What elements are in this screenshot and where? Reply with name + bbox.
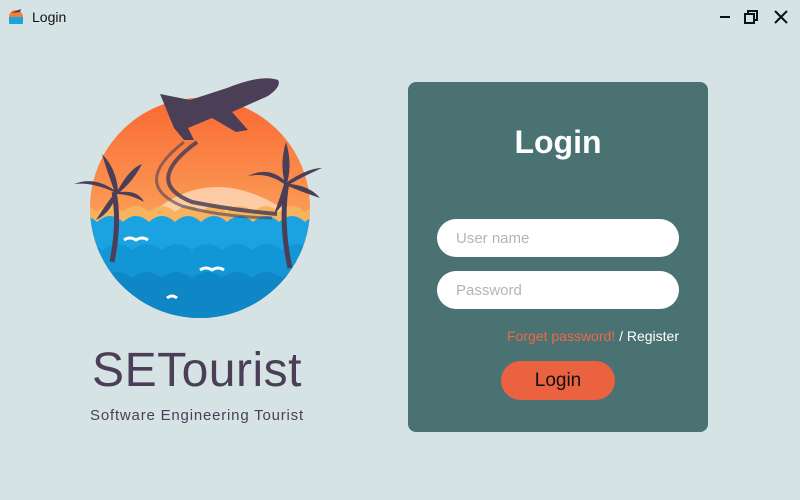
account-links: Forget password! / Register <box>507 328 679 344</box>
link-separator: / <box>615 328 627 344</box>
app-logo-icon <box>9 9 23 24</box>
minimize-icon[interactable] <box>714 6 736 28</box>
setourist-logo <box>74 78 322 318</box>
password-input[interactable] <box>437 271 679 309</box>
login-title: Login <box>514 124 602 160</box>
forgot-password-link[interactable]: Forget password! <box>507 328 615 344</box>
login-panel: Login Forget password! / Register Login <box>408 82 708 432</box>
restore-icon[interactable] <box>740 6 762 28</box>
login-button[interactable]: Login <box>501 361 615 400</box>
brand-name: SETourist <box>92 344 302 397</box>
close-icon[interactable] <box>770 6 792 28</box>
brand-tagline: Software Engineering Tourist <box>90 407 304 424</box>
username-input[interactable] <box>437 219 679 257</box>
register-link[interactable]: Register <box>627 328 679 344</box>
window-title: Login <box>32 9 67 25</box>
title-bar: Login <box>0 0 800 34</box>
